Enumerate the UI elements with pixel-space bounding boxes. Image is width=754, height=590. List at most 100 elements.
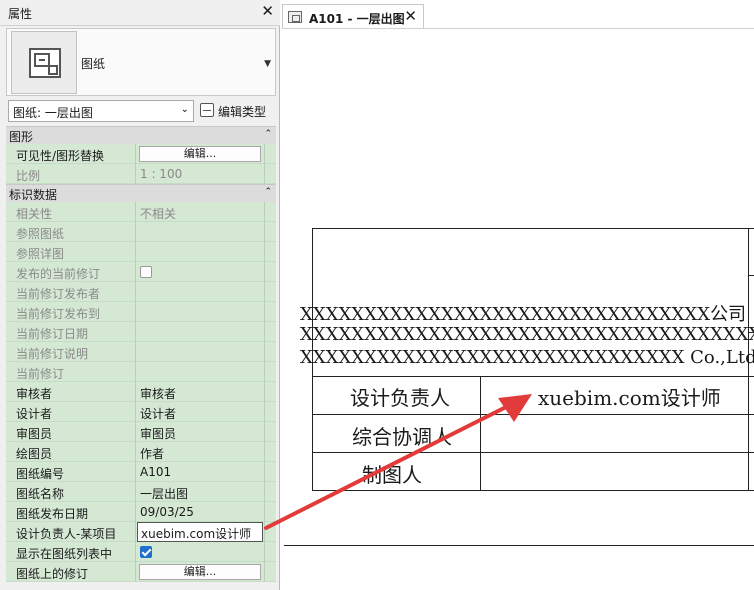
property-key: 当前修订 <box>6 362 136 382</box>
property-key: 审核者 <box>6 382 136 402</box>
checkbox[interactable] <box>140 546 152 558</box>
sheet-tab-icon <box>288 11 302 23</box>
property-value <box>137 342 263 362</box>
property-row[interactable]: 当前修订发布到 <box>6 302 276 322</box>
property-row[interactable]: 设计者 设计者 <box>6 402 276 422</box>
property-value[interactable]: 09/03/25 <box>137 502 263 522</box>
property-row[interactable]: 显示在图纸列表中 <box>6 542 276 562</box>
property-key: 参照图纸 <box>6 222 136 242</box>
tab-a101[interactable]: A101 - 一层出图 ✕ <box>282 4 424 28</box>
company-line-2: XXXXXXXXXXXXXXXXXXXXXXXXXXXXXXXXXXXXXX <box>300 324 754 345</box>
close-icon[interactable]: ✕ <box>404 7 417 25</box>
property-key: 图纸发布日期 <box>6 502 136 522</box>
row-gutter <box>264 522 276 542</box>
row-gutter <box>264 342 276 362</box>
property-row[interactable]: 发布的当前修订 <box>6 262 276 282</box>
edit-type-label: 编辑类型 <box>218 105 267 119</box>
property-key: 可见性/图形替换 <box>6 144 136 164</box>
property-key: 当前修订日期 <box>6 322 136 342</box>
property-key: 审图员 <box>6 422 136 442</box>
property-value: 1 : 100 <box>140 167 183 181</box>
property-value <box>137 322 263 342</box>
company-line-1: XXXXXXXXXXXXXXXXXXXXXXXXXXXXXXXX公司 <box>300 304 747 325</box>
group-label: 图形 <box>9 130 34 144</box>
row-gutter <box>264 542 276 562</box>
sheet-border-bottom <box>284 545 754 546</box>
collapse-icon[interactable]: ⌃ <box>264 129 272 139</box>
group-header[interactable]: 图形 ⌃ <box>6 126 276 144</box>
property-value[interactable]: 审图员 <box>137 422 263 442</box>
property-key: 相关性 <box>6 202 136 222</box>
row-gutter <box>264 282 276 302</box>
title-block-divider <box>312 490 754 491</box>
row-gutter <box>264 482 276 502</box>
edit-type-icon <box>200 103 214 117</box>
property-value <box>137 282 263 302</box>
property-key: 发布的当前修订 <box>6 262 136 282</box>
property-value: 编辑... <box>137 144 263 164</box>
edit-type-button[interactable]: 编辑类型 <box>198 100 276 122</box>
property-key: 图纸编号 <box>6 462 136 482</box>
property-row[interactable]: 当前修订日期 <box>6 322 276 342</box>
row-gutter <box>264 202 276 222</box>
checkbox[interactable] <box>140 266 152 278</box>
property-row[interactable]: 图纸上的修订 编辑... <box>6 562 276 582</box>
property-key: 当前修订发布到 <box>6 302 136 322</box>
title-block-border-top <box>312 228 754 229</box>
tab-divider <box>282 28 754 29</box>
row-gutter <box>264 562 276 582</box>
property-value[interactable]: 一层出图 <box>137 482 263 502</box>
property-value <box>137 302 263 322</box>
property-value[interactable]: 审核者 <box>137 382 263 402</box>
property-row[interactable]: 图纸名称 一层出图 <box>6 482 276 502</box>
property-key: 设计负责人-某项目 <box>6 522 136 542</box>
property-row[interactable]: 审图员 审图员 <box>6 422 276 442</box>
row-gutter <box>264 402 276 422</box>
row-gutter <box>264 442 276 462</box>
row-gutter <box>264 164 276 184</box>
title-block-divider <box>312 376 754 377</box>
property-key: 设计者 <box>6 402 136 422</box>
company-line-3: XXXXXXXXXXXXXXXXXXXXXXXXXXXXXX Co.,Ltd <box>300 347 754 368</box>
edit-button[interactable]: 编辑... <box>139 146 261 162</box>
property-row[interactable]: 设计负责人-某项目 xuebim.com设计师 <box>6 522 276 542</box>
property-value: 编辑... <box>137 562 263 582</box>
property-value[interactable]: 设计者 <box>137 402 263 422</box>
close-icon[interactable]: ✕ <box>261 2 274 20</box>
property-row[interactable]: 图纸编号 A101 <box>6 462 276 482</box>
properties-panel: 属性 ✕ 图纸 ▼ 图纸: 一层出图 ⌄ 编辑类型 图形 ⌃ 可见性/图形替换 编辑.… <box>0 0 280 590</box>
property-row[interactable]: 审核者 审核者 <box>6 382 276 402</box>
row-value-design-lead: xuebim.com设计师 <box>538 386 721 410</box>
properties-grid: 图形 ⌃ 可见性/图形替换 编辑... 比例 1 : 100 标识数据 ⌃ 相关性 不相关 参照图纸… <box>6 126 276 582</box>
property-row[interactable]: 图纸发布日期 09/03/25 <box>6 502 276 522</box>
edit-button[interactable]: 编辑... <box>139 564 261 580</box>
property-value <box>137 542 263 562</box>
row-gutter <box>264 362 276 382</box>
property-key: 当前修订说明 <box>6 342 136 362</box>
property-value[interactable]: 作者 <box>137 442 263 462</box>
type-selector[interactable]: 图纸 ▼ <box>6 28 276 96</box>
property-key: 当前修订发布者 <box>6 282 136 302</box>
property-row[interactable]: 当前修订说明 <box>6 342 276 362</box>
property-row[interactable]: 比例 1 : 100 <box>6 164 276 184</box>
property-row[interactable]: 相关性 不相关 <box>6 202 276 222</box>
property-key: 图纸上的修订 <box>6 562 136 582</box>
property-value[interactable]: xuebim.com设计师 <box>137 522 263 542</box>
tab-label: A101 - 一层出图 <box>309 12 405 26</box>
chevron-down-icon: ⌄ <box>180 104 189 115</box>
property-row[interactable]: 当前修订发布者 <box>6 282 276 302</box>
property-key: 比例 <box>6 164 136 184</box>
property-row[interactable]: 绘图员 作者 <box>6 442 276 462</box>
row-gutter <box>264 262 276 282</box>
properties-title: 属性 <box>8 7 33 21</box>
property-row[interactable]: 可见性/图形替换 编辑... <box>6 144 276 164</box>
instance-selector[interactable]: 图纸: 一层出图 ⌄ <box>8 100 194 122</box>
property-row[interactable]: 当前修订 <box>6 362 276 382</box>
property-row[interactable]: 参照图纸 <box>6 222 276 242</box>
group-header[interactable]: 标识数据 ⌃ <box>6 184 276 202</box>
property-row[interactable]: 参照详图 <box>6 242 276 262</box>
collapse-icon[interactable]: ⌃ <box>264 187 272 197</box>
property-value[interactable]: A101 <box>137 462 263 482</box>
chevron-down-icon[interactable]: ▼ <box>264 59 271 69</box>
row-gutter <box>264 242 276 262</box>
